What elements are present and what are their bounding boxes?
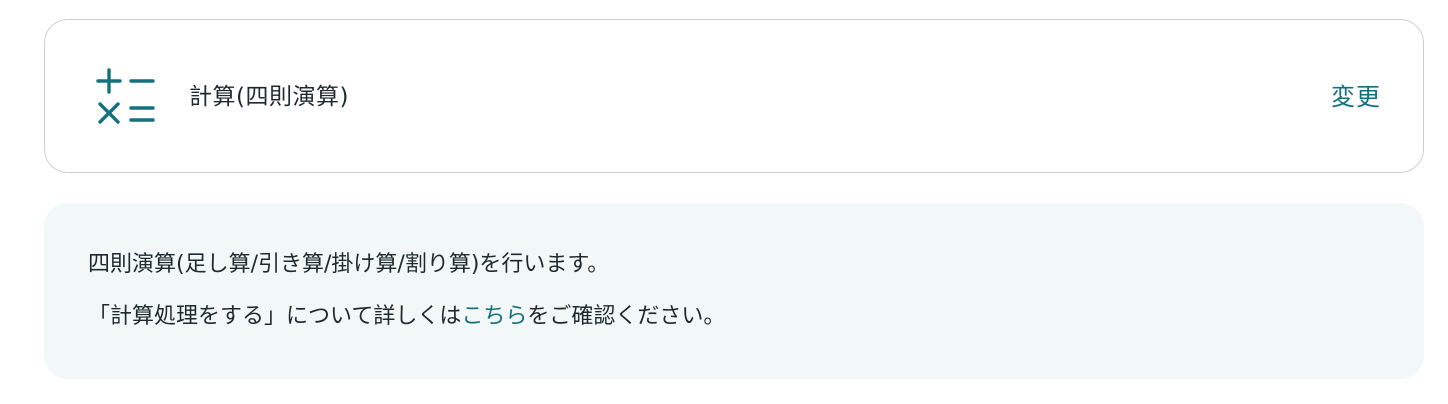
calculator-four-operations-icon [95,68,157,126]
page: 計算(四則演算) 変更 四則演算(足し算/引き算/掛け算/割り算)を行います。 … [0,0,1448,404]
operation-card: 計算(四則演算) 変更 [44,19,1424,173]
info-help-suffix: をご確認ください。 [527,304,726,329]
info-help-prefix: 「計算処理をする」について詳しくは [88,304,462,329]
help-link[interactable]: こちら [461,304,527,329]
operation-title: 計算(四則演算) [189,84,349,110]
info-description: 四則演算(足し算/引き算/掛け算/割り算)を行います。 [88,252,610,277]
info-help-line: 「計算処理をする」について詳しくはこちらをご確認ください。 [88,299,725,335]
info-box: 四則演算(足し算/引き算/掛け算/割り算)を行います。 「計算処理をする」につい… [44,203,1424,379]
change-button[interactable]: 変更 [1331,78,1381,116]
